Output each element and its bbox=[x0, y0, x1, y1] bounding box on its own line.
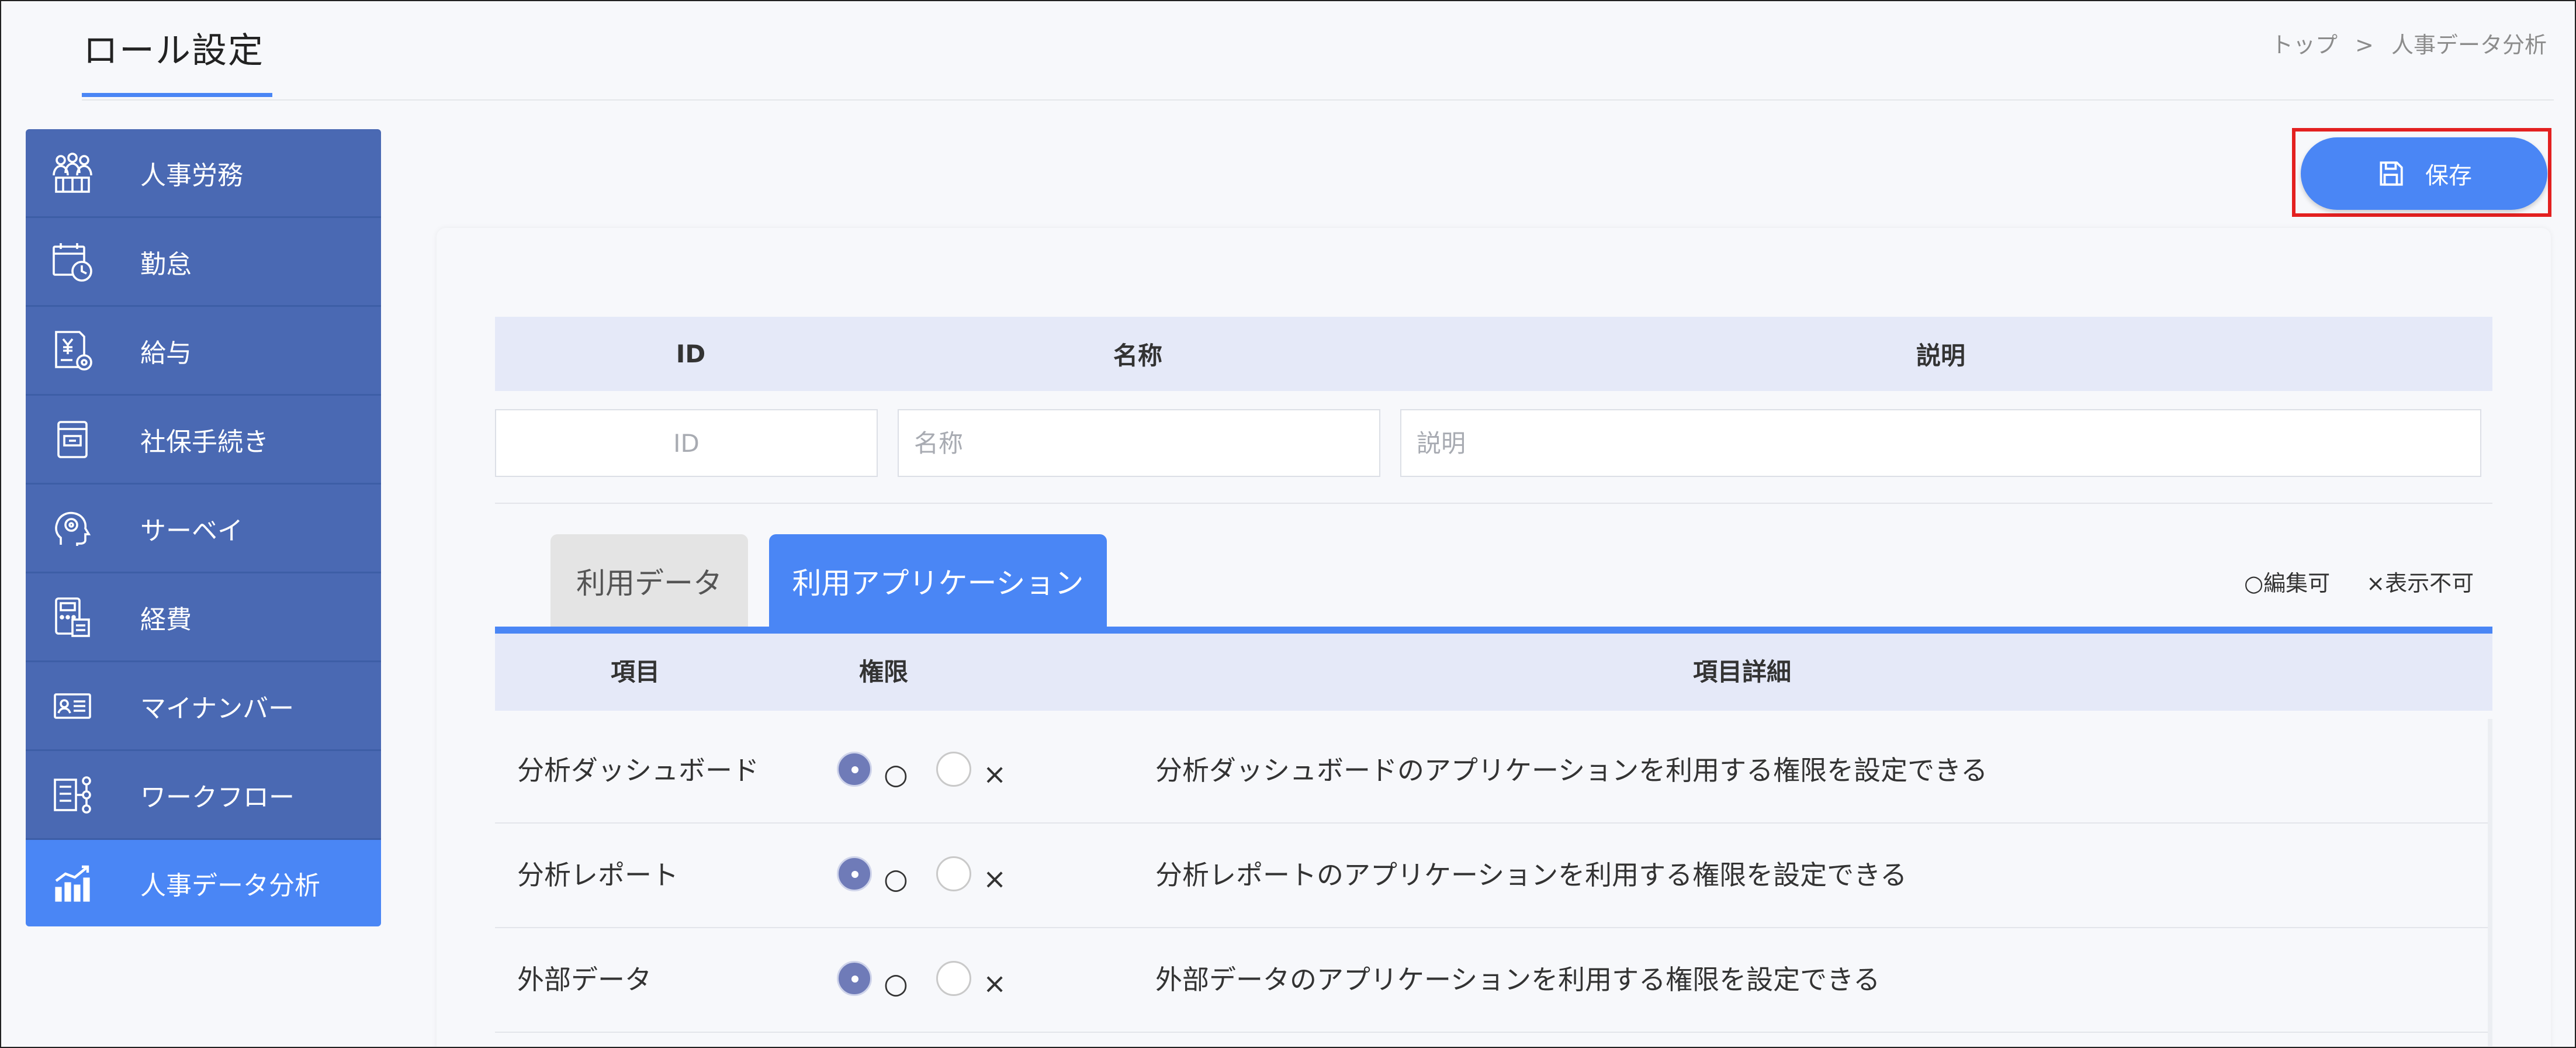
permissions-header-row: 項目 権限 項目詳細 bbox=[495, 634, 2492, 711]
deny-radio[interactable] bbox=[936, 961, 971, 996]
breadcrumb: トップ > 人事データ分析 bbox=[2271, 27, 2547, 59]
allow-mark: ○ bbox=[884, 863, 908, 895]
row-item-detail: 外部データのアプリケーションを利用する権限を設定できる bbox=[1155, 964, 1881, 995]
app-window: ロール設定 トップ > 人事データ分析 人事労務 勤怠 給与 社保手続き サーベ… bbox=[0, 0, 2576, 1048]
sidebar-item-expenses[interactable]: 経費 bbox=[26, 573, 381, 662]
sidebar-item-my-number[interactable]: マイナンバー bbox=[26, 662, 381, 751]
allow-radio[interactable] bbox=[837, 752, 872, 787]
sidebar-item-label: 経費 bbox=[140, 604, 192, 635]
deny-mark: × bbox=[983, 758, 1007, 791]
sidebar: 人事労務 勤怠 給与 社保手続き サーベイ 経費 マイナンバー ワークフロー 人… bbox=[26, 129, 381, 926]
row-item-name: 分析ダッシュボード bbox=[517, 755, 759, 786]
table-scrollbar[interactable] bbox=[2488, 719, 2492, 1046]
people-group-icon bbox=[49, 150, 96, 196]
sidebar-item-survey[interactable]: サーベイ bbox=[26, 485, 381, 573]
allow-mark: ○ bbox=[884, 967, 908, 1000]
floppy-disk-icon bbox=[2380, 161, 2403, 186]
allow-radio[interactable] bbox=[837, 961, 872, 996]
tab-usage-applications[interactable]: 利用アプリケーション bbox=[769, 534, 1107, 628]
sidebar-item-label: 人事データ分析 bbox=[140, 871, 320, 901]
sidebar-item-payroll[interactable]: 給与 bbox=[26, 307, 381, 396]
id-card-icon bbox=[49, 683, 96, 729]
role-header-row: ID 名称 説明 bbox=[495, 317, 2492, 391]
allow-radio[interactable] bbox=[837, 856, 872, 891]
sidebar-item-label: 人事労務 bbox=[140, 160, 243, 191]
calendar-clock-icon bbox=[49, 238, 96, 285]
legend-hidden: ×表示不可 bbox=[2366, 570, 2474, 596]
item-header: 項目 bbox=[610, 658, 660, 686]
deny-mark: × bbox=[983, 967, 1007, 1000]
breadcrumb-top-link[interactable]: トップ bbox=[2271, 32, 2338, 58]
bar-chart-trend-icon bbox=[49, 860, 96, 907]
legend-editable: ○編集可 bbox=[2244, 570, 2331, 596]
save-button-label: 保存 bbox=[2425, 162, 2472, 189]
row-item-name: 外部データ bbox=[517, 964, 652, 995]
inbox-tray-icon bbox=[49, 416, 96, 463]
tab-usage-data[interactable]: 利用データ bbox=[550, 534, 748, 628]
description-field[interactable] bbox=[1400, 409, 2481, 477]
name-field[interactable] bbox=[898, 409, 1380, 477]
allow-mark: ○ bbox=[884, 758, 908, 791]
row-item-detail: 分析レポートのアプリケーションを利用する権限を設定できる bbox=[1155, 859, 1907, 891]
table-row: 分析レポート ○ × 分析レポートのアプリケーションを利用する権限を設定できる bbox=[495, 824, 2492, 928]
sidebar-item-workflow[interactable]: ワークフロー bbox=[26, 751, 381, 840]
calculator-receipt-icon bbox=[49, 594, 96, 641]
sidebar-item-hr-analytics[interactable]: 人事データ分析 bbox=[26, 840, 381, 926]
permission-header: 権限 bbox=[858, 658, 908, 686]
header-divider bbox=[82, 99, 2554, 101]
deny-radio[interactable] bbox=[936, 752, 971, 787]
sidebar-item-label: サーベイ bbox=[140, 516, 243, 546]
table-row: 分析ダッシュボード ○ × 分析ダッシュボードのアプリケーションを利用する権限を… bbox=[495, 719, 2492, 824]
sidebar-item-label: 社保手続き bbox=[140, 427, 269, 457]
workflow-icon bbox=[49, 772, 96, 818]
detail-header: 項目詳細 bbox=[1692, 658, 1791, 686]
sidebar-item-label: マイナンバー bbox=[140, 693, 295, 724]
section-divider bbox=[495, 503, 2492, 504]
description-header: 説明 bbox=[1916, 341, 1965, 370]
breadcrumb-current: 人事データ分析 bbox=[2391, 32, 2547, 58]
table-row: 外部データ ○ × 外部データのアプリケーションを利用する権限を設定できる bbox=[495, 928, 2492, 1033]
row-item-name: 分析レポート bbox=[517, 859, 678, 891]
breadcrumb-separator: > bbox=[2355, 32, 2374, 58]
sidebar-item-attendance[interactable]: 勤怠 bbox=[26, 218, 381, 307]
tab-underline bbox=[495, 627, 2492, 634]
title-underline bbox=[82, 93, 272, 97]
id-field[interactable] bbox=[495, 409, 878, 477]
permissions-table-body: 分析ダッシュボード ○ × 分析ダッシュボードのアプリケーションを利用する権限を… bbox=[495, 719, 2492, 1033]
sidebar-item-label: ワークフロー bbox=[140, 782, 295, 812]
sidebar-item-hr-labor[interactable]: 人事労務 bbox=[26, 129, 381, 218]
yen-document-icon bbox=[49, 327, 96, 374]
name-header: 名称 bbox=[1113, 341, 1162, 370]
head-gear-icon bbox=[49, 505, 96, 552]
row-item-detail: 分析ダッシュボードのアプリケーションを利用する権限を設定できる bbox=[1155, 755, 1988, 786]
id-header: ID bbox=[676, 340, 706, 368]
deny-mark: × bbox=[983, 863, 1007, 895]
permission-legend: ○編集可 ×表示不可 bbox=[2244, 565, 2474, 597]
save-button[interactable]: 保存 bbox=[2301, 137, 2547, 210]
deny-radio[interactable] bbox=[936, 856, 971, 891]
page-title: ロール設定 bbox=[83, 30, 264, 71]
sidebar-item-label: 給与 bbox=[140, 338, 192, 368]
sidebar-item-social-insurance[interactable]: 社保手続き bbox=[26, 396, 381, 485]
sidebar-item-label: 勤怠 bbox=[140, 249, 192, 279]
